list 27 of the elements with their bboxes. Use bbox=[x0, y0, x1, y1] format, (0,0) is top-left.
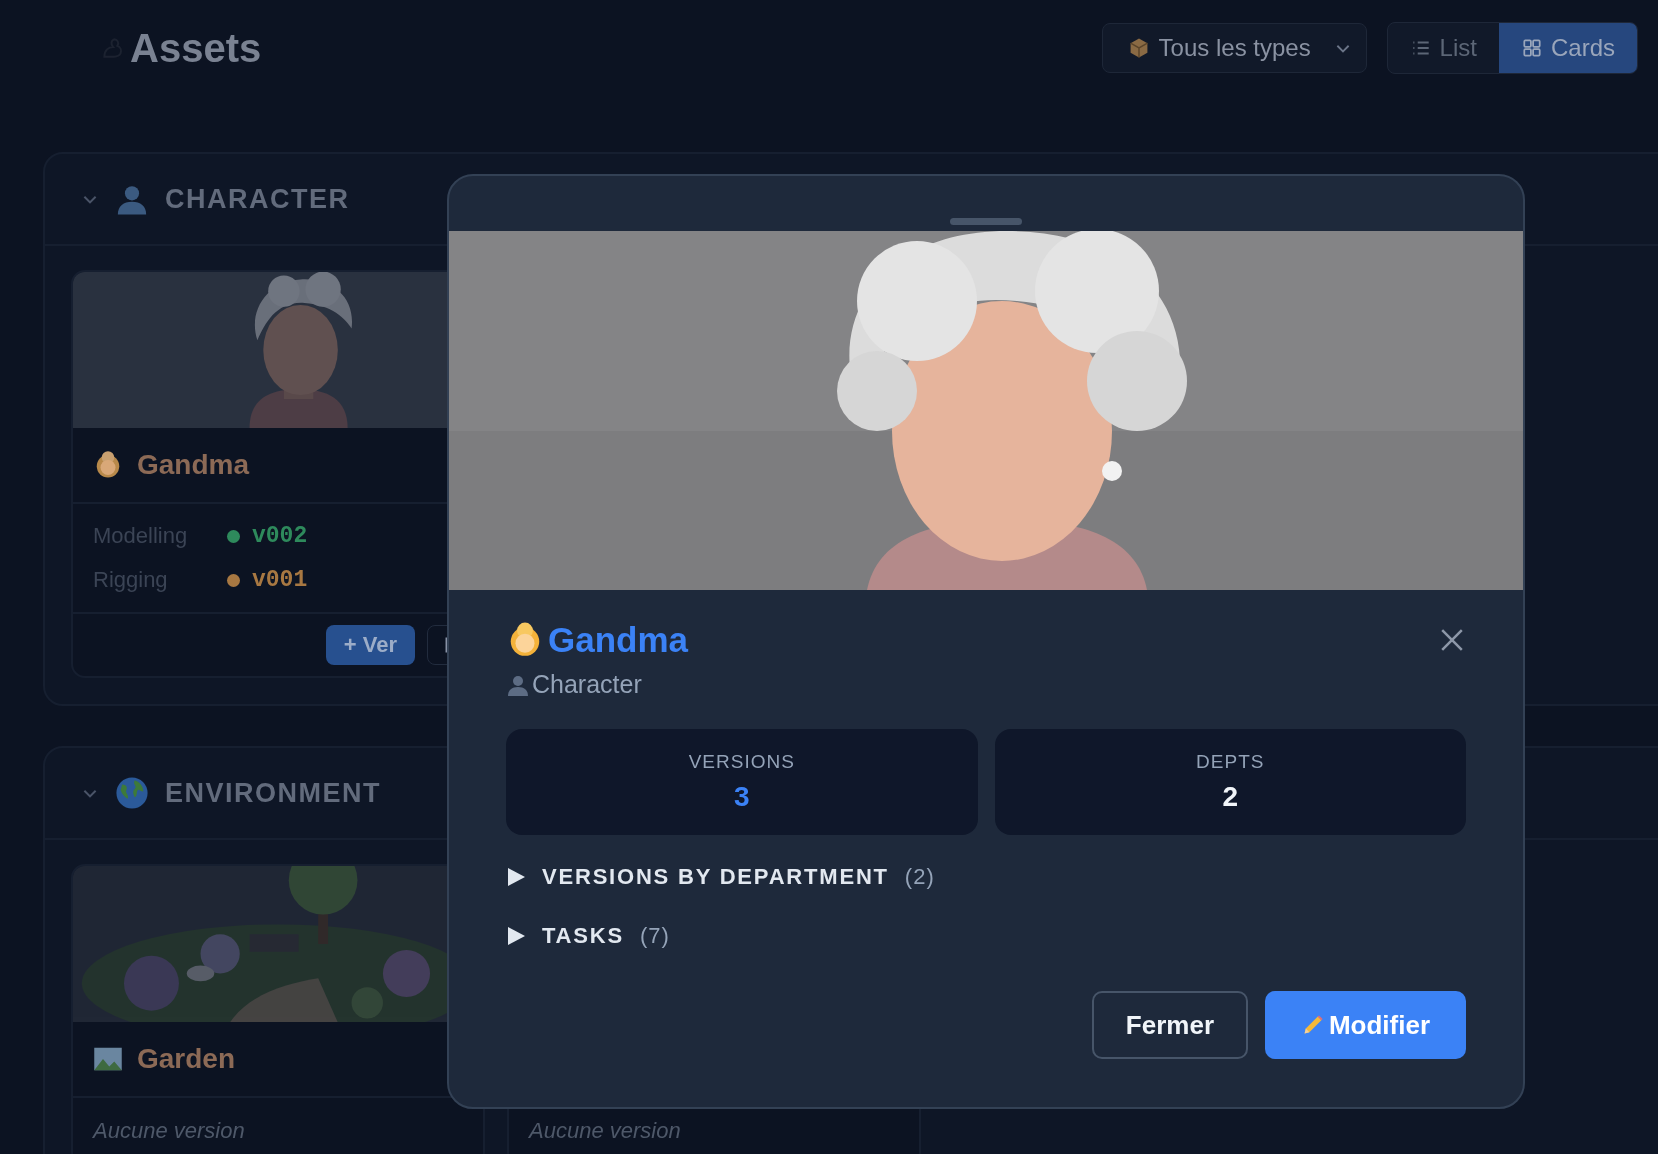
version-tag: v002 bbox=[252, 523, 308, 549]
asset-type: Character bbox=[532, 670, 642, 699]
edit-button[interactable]: Modifier bbox=[1265, 991, 1466, 1059]
grid-icon bbox=[1520, 37, 1543, 59]
empty-version-text: Aucune version bbox=[93, 1118, 245, 1143]
empty-version-text: Aucune version bbox=[529, 1118, 681, 1143]
stat-label: VERSIONS bbox=[688, 751, 795, 773]
section-title: ENVIRONMENT bbox=[165, 777, 381, 809]
stat-value: 2 bbox=[1222, 781, 1239, 813]
version-tag: v001 bbox=[252, 567, 308, 593]
type-filter-dropdown[interactable]: Tous les types bbox=[1101, 23, 1367, 73]
drag-handle[interactable] bbox=[950, 218, 1022, 225]
asset-name: Gandma bbox=[137, 449, 250, 481]
close-button[interactable]: Fermer bbox=[1091, 991, 1248, 1059]
asset-title: Gandma bbox=[548, 620, 689, 660]
list-view-tab[interactable]: List bbox=[1387, 23, 1499, 73]
add-version-button[interactable]: + Ver bbox=[325, 625, 415, 665]
globe-icon bbox=[115, 776, 149, 810]
stat-label: DEPTS bbox=[1196, 751, 1265, 773]
cards-view-tab[interactable]: Cards bbox=[1498, 23, 1637, 73]
asset-name: Garden bbox=[137, 1043, 236, 1075]
page-title: Assets bbox=[130, 25, 262, 71]
stat-value: 3 bbox=[733, 781, 750, 813]
collapsible-section[interactable]: TASKS (7) bbox=[506, 906, 1466, 965]
asset-card[interactable]: Garden Aucune version bbox=[71, 864, 485, 1154]
section-title: CHARACTER bbox=[165, 183, 350, 215]
collapsible-section[interactable]: VERSIONS BY DEPARTMENT (2) bbox=[506, 847, 1466, 906]
